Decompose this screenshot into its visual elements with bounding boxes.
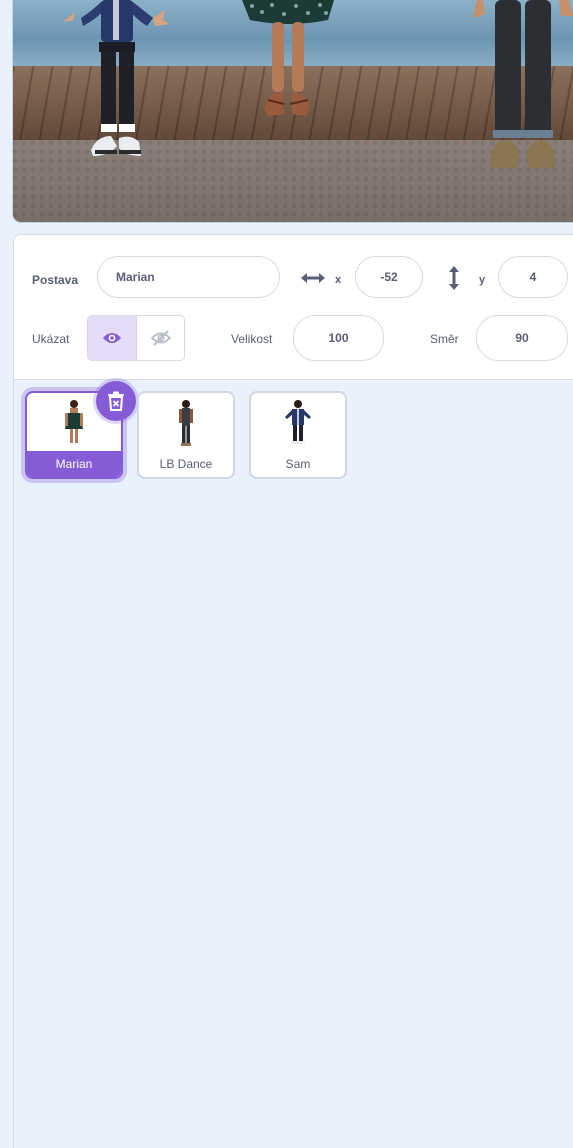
stage-sprite-sam[interactable] xyxy=(61,0,171,160)
sprite-info-panel: Postava Marian x -52 y 4 Ukázat Velikost… xyxy=(13,234,573,380)
size-label: Velikost xyxy=(231,332,273,346)
sprite-list xyxy=(13,379,573,1148)
vertical-arrows-icon xyxy=(449,266,459,290)
size-input[interactable]: 100 xyxy=(293,315,384,361)
sprite-tile-sam[interactable]: Sam xyxy=(249,391,347,479)
sprite-tile-lb-dance[interactable]: LB Dance xyxy=(137,391,235,479)
sprite-name: Marian xyxy=(27,451,121,477)
x-position-input[interactable]: -52 xyxy=(355,256,423,298)
stage[interactable] xyxy=(13,0,573,222)
show-sprite-button[interactable] xyxy=(88,316,137,360)
sprite-thumbnail-marian xyxy=(65,400,83,443)
y-position-input[interactable]: 4 xyxy=(498,256,568,298)
stage-sprite-lb-dance[interactable] xyxy=(473,0,573,170)
y-label: y xyxy=(479,274,486,286)
direction-label: Směr xyxy=(430,332,459,346)
sprite-editor-pane: Postava Marian x -52 y 4 Ukázat Velikost… xyxy=(0,0,573,1148)
sprite-name-label: Postava xyxy=(32,273,79,287)
sprite-name-input[interactable]: Marian xyxy=(97,256,280,298)
direction-input[interactable]: 90 xyxy=(476,315,568,361)
eye-icon xyxy=(103,333,121,343)
sprite-name: LB Dance xyxy=(159,457,213,471)
horizontal-arrows-icon xyxy=(301,273,325,283)
hide-sprite-button[interactable] xyxy=(137,316,184,360)
sprite-name: Sam xyxy=(285,457,311,471)
sprite-thumbnail-sam xyxy=(285,400,311,444)
stage-sprite-marian[interactable] xyxy=(238,0,338,120)
delete-sprite-button[interactable] xyxy=(96,381,136,421)
trash-icon xyxy=(108,391,124,411)
eye-slash-icon xyxy=(151,330,171,346)
sprite-thumbnail-lb-dance xyxy=(179,400,193,446)
show-label: Ukázat xyxy=(32,332,70,346)
x-label: x xyxy=(335,274,342,286)
visibility-toggle xyxy=(87,315,185,361)
